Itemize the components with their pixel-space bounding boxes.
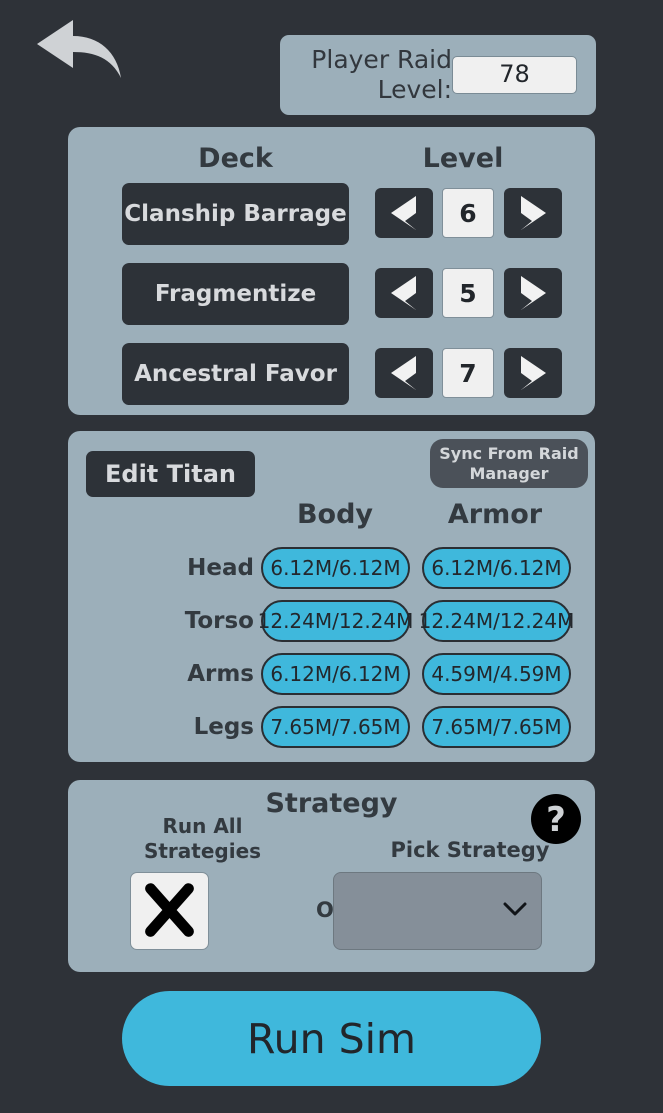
player-raid-level-input[interactable]: 78 — [452, 56, 577, 94]
strategy-panel: Strategy ? Run All Strategies OR Pick St… — [68, 780, 595, 972]
pick-strategy-dropdown[interactable] — [333, 872, 542, 950]
titan-stat-row: Legs 7.65M/7.65M 7.65M/7.65M — [68, 706, 595, 748]
player-raid-level-label: Player Raid Level: — [311, 45, 452, 104]
titan-armor-value[interactable]: 6.12M/6.12M — [422, 547, 571, 589]
level-decrement-button[interactable] — [375, 188, 433, 238]
level-increment-button[interactable] — [504, 348, 562, 398]
deck-name-button[interactable]: Clanship Barrage — [122, 183, 349, 245]
player-raid-level-panel: Player Raid Level: 78 — [280, 35, 596, 115]
titan-armor-value[interactable]: 7.65M/7.65M — [422, 706, 571, 748]
svg-text:?: ? — [546, 800, 566, 840]
titan-body-value[interactable]: 12.24M/12.24M — [258, 600, 413, 642]
level-decrement-button[interactable] — [375, 348, 433, 398]
titan-part-label: Legs — [193, 714, 254, 740]
titan-stat-row: Torso 12.24M/12.24M 12.24M/12.24M — [68, 600, 595, 642]
run-sim-button[interactable]: Run Sim — [122, 991, 541, 1086]
deck-row: Fragmentize 5 — [68, 263, 595, 325]
sync-from-raid-manager-button[interactable]: Sync From Raid Manager — [430, 439, 588, 488]
run-all-strategies-checkbox[interactable] — [130, 872, 209, 950]
question-mark-icon[interactable]: ? — [531, 794, 581, 844]
deck-name-button[interactable]: Ancestral Favor — [122, 343, 349, 405]
pick-strategy-label: Pick Strategy — [390, 838, 550, 862]
titan-stat-row: Arms 6.12M/6.12M 4.59M/4.59M — [68, 653, 595, 695]
deck-panel: Deck Level Clanship Barrage 6 Fragmentiz… — [68, 127, 595, 415]
x-mark-icon — [145, 883, 194, 937]
deck-row: Ancestral Favor 7 — [68, 343, 595, 405]
back-arrow-icon[interactable] — [33, 18, 125, 80]
header: Player Raid Level: 78 — [0, 0, 663, 120]
deck-level-value: 7 — [442, 348, 494, 398]
body-column-header: Body — [296, 499, 374, 530]
deck-level-value: 5 — [442, 268, 494, 318]
titan-panel: Edit Titan Sync From Raid Manager Body A… — [68, 431, 595, 762]
run-all-strategies-label: Run All Strategies — [143, 814, 262, 863]
titan-part-label: Arms — [187, 661, 254, 687]
level-increment-button[interactable] — [504, 268, 562, 318]
armor-column-header: Armor — [447, 499, 543, 530]
deck-name-button[interactable]: Fragmentize — [122, 263, 349, 325]
level-increment-button[interactable] — [504, 188, 562, 238]
level-decrement-button[interactable] — [375, 268, 433, 318]
edit-titan-button[interactable]: Edit Titan — [86, 451, 255, 497]
titan-part-label: Torso — [184, 608, 254, 634]
titan-stat-row: Head 6.12M/6.12M 6.12M/6.12M — [68, 547, 595, 589]
deck-column-header: Deck — [198, 143, 273, 174]
titan-armor-value[interactable]: 12.24M/12.24M — [419, 600, 574, 642]
titan-body-value[interactable]: 7.65M/7.65M — [261, 706, 410, 748]
titan-body-value[interactable]: 6.12M/6.12M — [261, 547, 410, 589]
titan-armor-value[interactable]: 4.59M/4.59M — [422, 653, 571, 695]
deck-level-value: 6 — [442, 188, 494, 238]
chevron-down-icon — [503, 902, 527, 916]
titan-body-value[interactable]: 6.12M/6.12M — [261, 653, 410, 695]
titan-part-label: Head — [187, 555, 254, 581]
deck-row: Clanship Barrage 6 — [68, 183, 595, 245]
raid-sim-screen: Player Raid Level: 78 Deck Level Clanshi… — [0, 0, 663, 1113]
level-column-header: Level — [422, 143, 504, 174]
